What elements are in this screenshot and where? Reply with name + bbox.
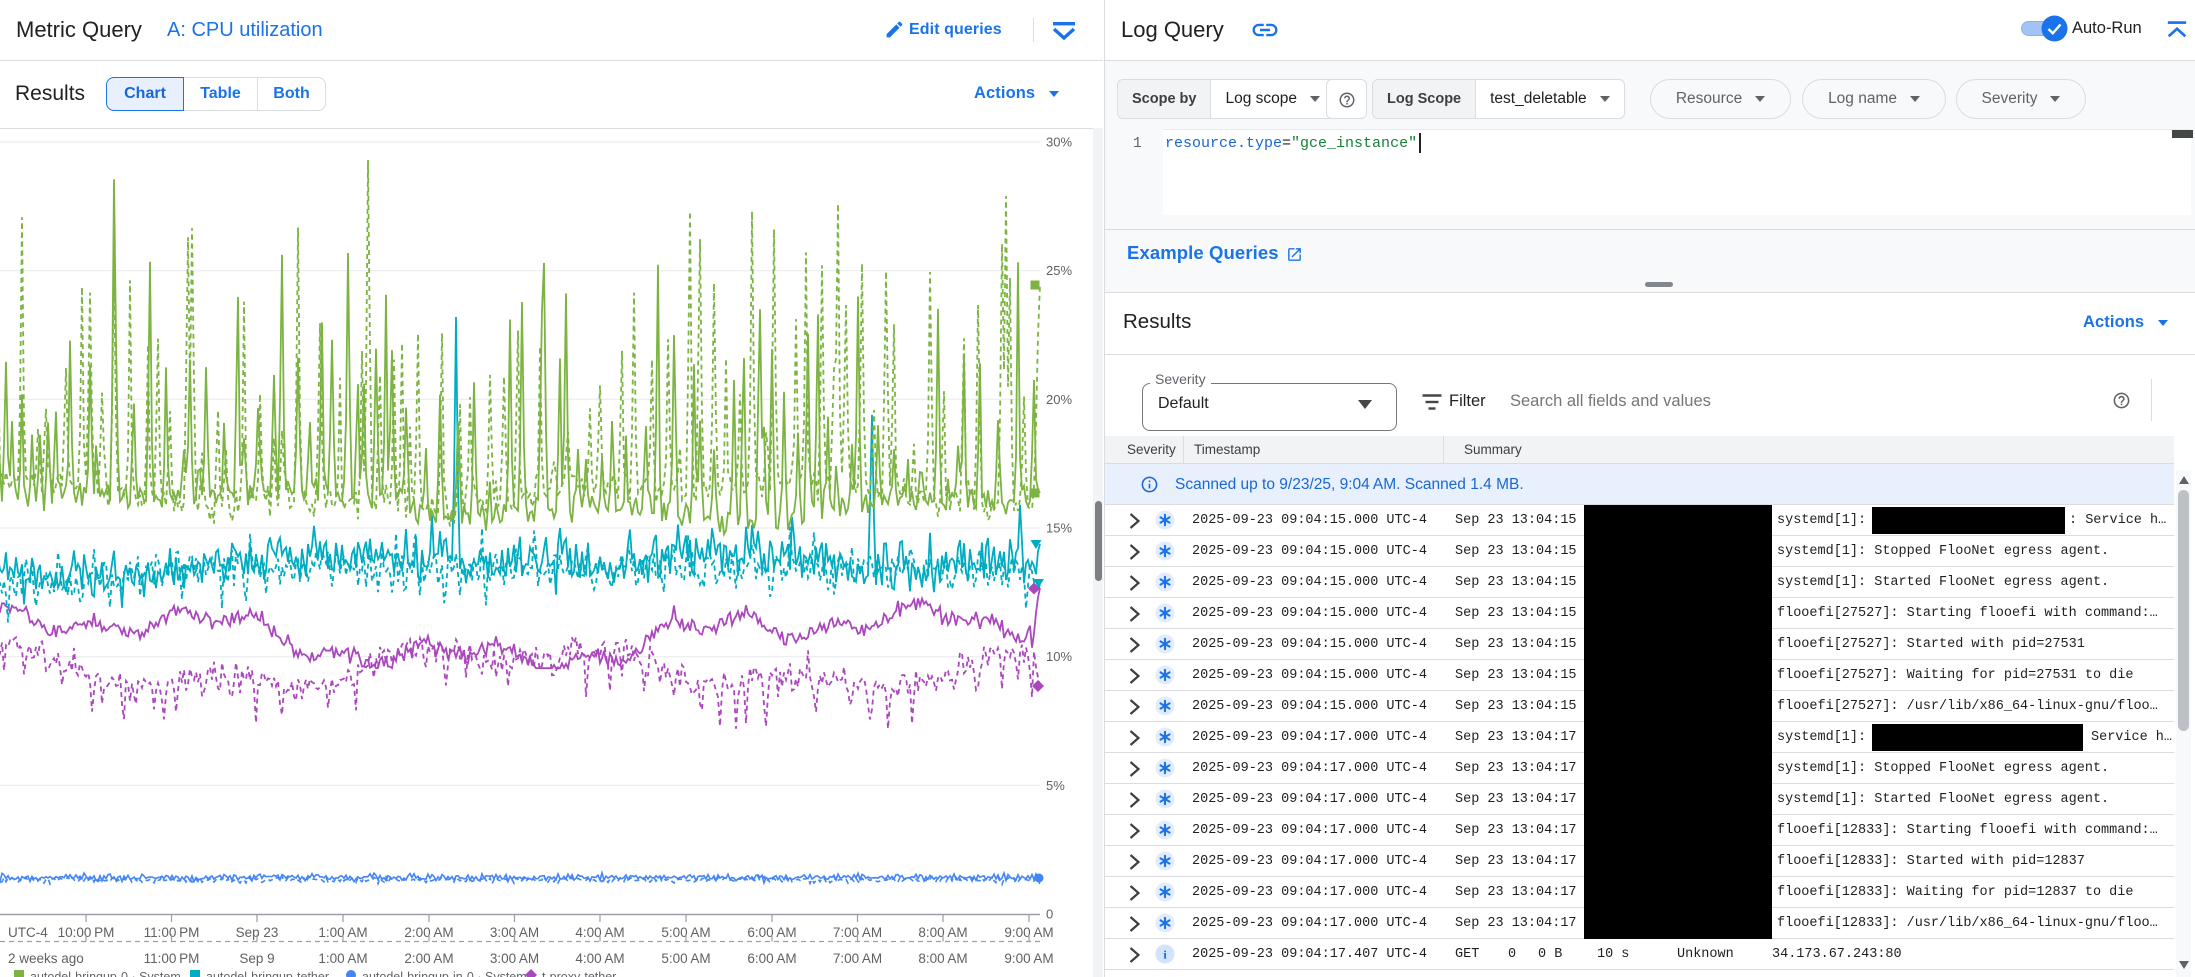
- svg-text:5%: 5%: [1046, 778, 1065, 793]
- svg-text:20%: 20%: [1046, 392, 1072, 407]
- svg-text:0: 0: [1046, 907, 1053, 922]
- svg-text:t-proxy-tether: t-proxy-tether: [542, 970, 616, 977]
- svg-text:10%: 10%: [1046, 649, 1072, 664]
- svg-text:8:00 AM: 8:00 AM: [918, 951, 967, 966]
- svg-text:9:00 AM: 9:00 AM: [1004, 951, 1053, 966]
- svg-text:15%: 15%: [1046, 521, 1072, 536]
- svg-text:UTC-4: UTC-4: [8, 925, 48, 940]
- svg-text:2 weeks ago: 2 weeks ago: [8, 951, 84, 966]
- svg-text:6:00 AM: 6:00 AM: [747, 951, 796, 966]
- svg-text:1:00 AM: 1:00 AM: [318, 951, 367, 966]
- svg-text:autodel-bringup-tether: autodel-bringup-tether: [206, 970, 329, 977]
- svg-text:4:00 AM: 4:00 AM: [575, 951, 624, 966]
- svg-text:30%: 30%: [1046, 135, 1072, 150]
- svg-text:autodel-bringup-in-0 · System: autodel-bringup-in-0 · System: [362, 970, 527, 977]
- svg-text:2:00 AM: 2:00 AM: [404, 951, 453, 966]
- svg-text:Sep 9: Sep 9: [239, 951, 274, 966]
- svg-text:25%: 25%: [1046, 263, 1072, 278]
- svg-text:11:00 PM: 11:00 PM: [144, 951, 200, 966]
- svg-text:7:00 AM: 7:00 AM: [833, 951, 882, 966]
- svg-text:autodel-bringup-0 · System: autodel-bringup-0 · System: [30, 970, 181, 977]
- svg-text:5:00 AM: 5:00 AM: [661, 951, 710, 966]
- svg-text:3:00 AM: 3:00 AM: [490, 951, 539, 966]
